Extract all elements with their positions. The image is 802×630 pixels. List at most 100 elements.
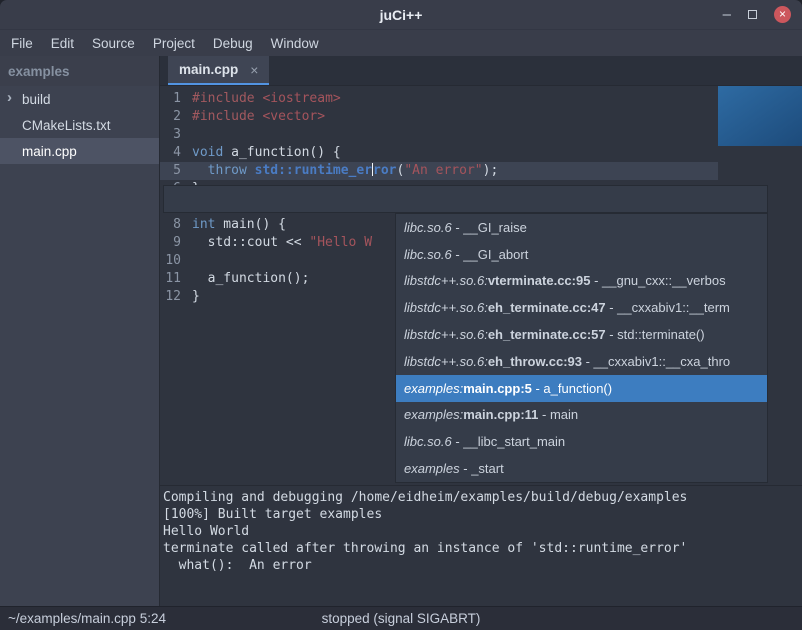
editor-pane: main.cpp × 1 #include <iostream> 2 #incl…	[160, 56, 802, 606]
code-token: );	[483, 163, 499, 178]
code-line[interactable]: 5 throw std::runtime_error("An error");	[160, 162, 802, 180]
line-number: 10	[160, 252, 186, 270]
menu-item-file[interactable]: File	[2, 30, 42, 56]
line-number: 8	[160, 216, 186, 234]
backtrace-location: main.cpp:5	[463, 381, 532, 396]
backtrace-item[interactable]: libc.so.6 - __libc_start_main	[396, 428, 767, 455]
tree-item-main-cpp[interactable]: main.cpp	[0, 138, 159, 164]
code-token: a_function();	[192, 271, 309, 286]
backtrace-lib: examples:	[404, 381, 463, 396]
code-token: }	[192, 289, 200, 304]
terminal-line: Hello World	[163, 523, 802, 540]
tree-item-label: main.cpp	[22, 144, 77, 159]
titlebar[interactable]: juCi++ – ×	[0, 0, 802, 30]
menu-item-edit[interactable]: Edit	[42, 30, 83, 56]
backtrace-lib: examples	[404, 461, 460, 476]
terminal-line: [100%] Built target examples	[163, 506, 802, 523]
code-token: #include	[192, 109, 262, 124]
code-token: throw	[208, 163, 247, 178]
backtrace-location: vterminate.cc:95	[488, 273, 591, 288]
code-token: std::runtime_er	[255, 163, 372, 178]
backtrace-symbol: - _start	[460, 461, 504, 476]
restore-icon	[748, 10, 757, 19]
menubar: File Edit Source Project Debug Window	[0, 30, 802, 56]
backtrace-symbol: - __gnu_cxx::__verbos	[590, 273, 725, 288]
backtrace-item[interactable]: libstdc++.so.6:eh_throw.cc:93 - __cxxabi…	[396, 348, 767, 375]
line-number: 5	[160, 162, 186, 180]
line-number: 9	[160, 234, 186, 252]
code-line[interactable]: 3	[160, 126, 802, 144]
menu-item-window[interactable]: Window	[262, 30, 328, 56]
minimize-button[interactable]: –	[723, 10, 731, 20]
terminal-line: Compiling and debugging /home/eidheim/ex…	[163, 489, 802, 506]
backtrace-location: eh_terminate.cc:47	[488, 300, 606, 315]
line-number: 2	[160, 108, 186, 126]
backtrace-lib: libstdc++.so.6:	[404, 354, 488, 369]
tab-main-cpp[interactable]: main.cpp ×	[168, 56, 269, 85]
backtrace-symbol: - __GI_raise	[452, 220, 527, 235]
code-token: main() {	[215, 217, 285, 232]
cursor-location-status: ~/examples/main.cpp 5:24	[0, 611, 166, 626]
tree-item-build[interactable]: › build	[0, 86, 159, 112]
tree-item-label: CMakeLists.txt	[22, 118, 111, 133]
code-editor[interactable]: 1 #include <iostream> 2 #include <vector…	[160, 86, 802, 485]
code-token: a_function() {	[223, 145, 340, 160]
terminal-line: terminate called after throwing an insta…	[163, 540, 802, 557]
terminal-line: what(): An error	[163, 557, 802, 574]
juci-window: juCi++ – × File Edit Source Project Debu…	[0, 0, 802, 630]
statusbar: ~/examples/main.cpp 5:24 stopped (signal…	[0, 606, 802, 630]
code-token: <vector>	[262, 109, 325, 124]
blue-overlay	[718, 86, 802, 146]
menu-item-project[interactable]: Project	[144, 30, 204, 56]
backtrace-lib: libstdc++.so.6:	[404, 273, 488, 288]
restore-button[interactable]	[748, 10, 757, 19]
line-number: 12	[160, 288, 186, 306]
backtrace-symbol: - __cxxabiv1::__term	[606, 300, 730, 315]
file-tree: › build CMakeLists.txt main.cpp	[0, 86, 159, 164]
main-area: examples › build CMakeLists.txt main.cpp…	[0, 56, 802, 606]
menu-item-debug[interactable]: Debug	[204, 30, 262, 56]
backtrace-lib: libc.so.6	[404, 434, 452, 449]
code-token: std::cout <<	[192, 235, 309, 250]
code-token: <iostream>	[262, 91, 340, 106]
code-token	[247, 163, 255, 178]
backtrace-item-selected[interactable]: examples:main.cpp:5 - a_function()	[396, 375, 767, 402]
project-name-header: examples	[0, 56, 159, 86]
backtrace-lib: libc.so.6	[404, 247, 452, 262]
close-button[interactable]: ×	[774, 6, 791, 23]
backtrace-lib: libstdc++.so.6:	[404, 327, 488, 342]
file-tree-sidebar: examples › build CMakeLists.txt main.cpp	[0, 56, 160, 606]
backtrace-location: eh_throw.cc:93	[488, 354, 582, 369]
backtrace-location: main.cpp:11	[463, 407, 538, 422]
tabbar: main.cpp ×	[160, 56, 802, 86]
backtrace-popup: libc.so.6 - __GI_raise libc.so.6 - __GI_…	[395, 213, 768, 483]
code-token: "An error"	[404, 163, 482, 178]
code-line[interactable]: 1 #include <iostream>	[160, 90, 802, 108]
backtrace-item[interactable]: libc.so.6 - __GI_raise	[396, 214, 767, 241]
code-token: int	[192, 217, 215, 232]
code-token: ror	[373, 163, 396, 178]
code-line[interactable]: 4 void a_function() {	[160, 144, 802, 162]
chevron-right-icon[interactable]: ›	[7, 89, 12, 106]
code-token: #include	[192, 91, 262, 106]
code-line[interactable]: 2 #include <vector>	[160, 108, 802, 126]
backtrace-item[interactable]: libc.so.6 - __GI_abort	[396, 241, 767, 268]
tree-item-cmakelists[interactable]: CMakeLists.txt	[0, 112, 159, 138]
backtrace-lib: libc.so.6	[404, 220, 452, 235]
backtrace-filter-entry[interactable]	[163, 185, 768, 213]
output-terminal[interactable]: Compiling and debugging /home/eidheim/ex…	[160, 485, 802, 606]
window-controls: – ×	[723, 6, 802, 23]
tab-close-icon[interactable]: ×	[250, 63, 258, 77]
code-token	[192, 163, 208, 178]
backtrace-symbol: - __libc_start_main	[452, 434, 565, 449]
backtrace-lib: libstdc++.so.6:	[404, 300, 488, 315]
line-number: 4	[160, 144, 186, 162]
backtrace-symbol: - __GI_abort	[452, 247, 529, 262]
tab-label: main.cpp	[179, 62, 238, 77]
menu-item-source[interactable]: Source	[83, 30, 144, 56]
backtrace-item[interactable]: libstdc++.so.6:vterminate.cc:95 - __gnu_…	[396, 268, 767, 295]
backtrace-item[interactable]: libstdc++.so.6:eh_terminate.cc:57 - std:…	[396, 321, 767, 348]
backtrace-item[interactable]: examples:main.cpp:11 - main	[396, 402, 767, 429]
backtrace-item[interactable]: libstdc++.so.6:eh_terminate.cc:47 - __cx…	[396, 294, 767, 321]
backtrace-item[interactable]: examples - _start	[396, 455, 767, 482]
